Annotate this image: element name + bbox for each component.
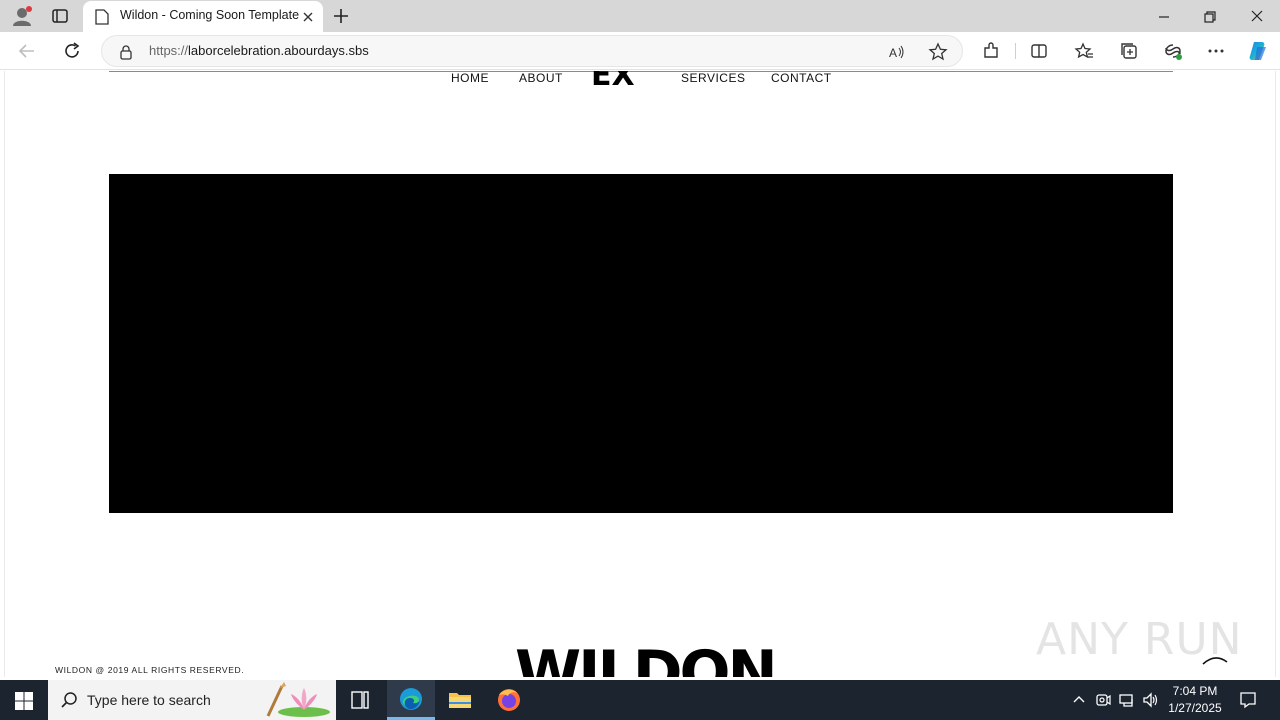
nav-link-about[interactable]: ABOUT — [519, 71, 563, 85]
add-favorite-star-icon[interactable] — [928, 42, 948, 62]
address-bar[interactable]: https://laborcelebration.abourdays.sbs A — [101, 35, 963, 67]
page-icon — [95, 9, 109, 25]
more-options-icon[interactable] — [1206, 41, 1226, 61]
copyright-text: WILDON @ 2019 ALL RIGHTS RESERVED. — [55, 665, 245, 675]
nav-link-services[interactable]: SERVICES — [681, 71, 745, 85]
url-host: laborcelebration.abourdays.sbs — [188, 43, 369, 58]
watermark-text: ANY RUN — [1036, 614, 1243, 665]
firefox-icon[interactable] — [485, 680, 533, 720]
clock-time: 7:04 PM — [1172, 684, 1218, 698]
back-arrow-icon[interactable] — [17, 41, 37, 61]
nav-link-contact[interactable]: CONTACT — [771, 71, 832, 85]
windows-taskbar: Type here to search 7:04 PM 1/27/2025 — [0, 680, 1280, 720]
tab-close-icon[interactable] — [300, 9, 316, 25]
extensions-icon[interactable] — [981, 41, 1001, 61]
windows-start-icon[interactable] — [14, 691, 34, 711]
taskbar-search-box[interactable]: Type here to search — [48, 680, 336, 720]
collections-icon[interactable] — [1119, 41, 1139, 61]
favorites-icon[interactable] — [1074, 41, 1094, 61]
url-scheme: https:// — [149, 43, 189, 58]
url-text[interactable]: https://laborcelebration.abourdays.sbs — [149, 43, 369, 58]
lock-icon[interactable] — [119, 44, 133, 60]
network-icon[interactable] — [1118, 691, 1136, 709]
read-aloud-icon[interactable]: A — [888, 43, 906, 61]
edge-browser-icon — [400, 688, 422, 710]
browser-essentials-icon[interactable] — [1163, 41, 1183, 61]
copilot-icon[interactable] — [1246, 39, 1270, 63]
split-screen-icon[interactable] — [1029, 41, 1049, 61]
site-logo[interactable]: EX — [591, 71, 655, 95]
search-highlight-lotus-icon — [266, 682, 330, 717]
file-explorer-icon[interactable] — [436, 680, 484, 720]
notifications-icon[interactable] — [1238, 690, 1258, 710]
tab-actions-icon[interactable] — [50, 6, 70, 26]
web-page: HOME ABOUT EX SERVICES CONTACT WILDON @ … — [4, 71, 1276, 677]
reload-icon[interactable] — [62, 41, 82, 61]
browser-tab-active[interactable]: Wildon - Coming Soon Template — [83, 1, 323, 32]
taskbar-edge-app[interactable] — [387, 680, 435, 720]
search-placeholder: Type here to search — [87, 692, 211, 708]
meet-now-icon[interactable] — [1094, 691, 1112, 709]
logo-text: EX — [591, 71, 635, 93]
new-tab-icon[interactable] — [331, 6, 351, 26]
clock-date: 1/27/2025 — [1168, 701, 1222, 715]
svg-text:A: A — [889, 46, 897, 60]
task-view-icon[interactable] — [336, 680, 384, 720]
browser-toolbar: https://laborcelebration.abourdays.sbs A — [0, 32, 1280, 70]
anyrun-watermark: ANY RUN — [1036, 606, 1242, 676]
hero-video-area[interactable] — [109, 174, 1173, 513]
search-icon — [61, 692, 77, 708]
nav-link-home[interactable]: HOME — [451, 71, 489, 85]
profile-icon[interactable] — [11, 5, 33, 27]
window-minimize-icon[interactable] — [1155, 8, 1173, 26]
taskbar-clock[interactable]: 7:04 PM 1/27/2025 — [1160, 683, 1230, 717]
browser-tab-strip: Wildon - Coming Soon Template — [0, 0, 1280, 32]
window-close-icon[interactable] — [1248, 7, 1266, 25]
toolbar-separator — [1015, 43, 1016, 59]
window-restore-icon[interactable] — [1201, 8, 1219, 26]
volume-icon[interactable] — [1142, 691, 1160, 709]
tab-title: Wildon - Coming Soon Template — [120, 8, 300, 22]
footer-brand-wordmark: WILDON — [515, 638, 778, 677]
show-hidden-icons-chevron-icon[interactable] — [1070, 691, 1088, 709]
